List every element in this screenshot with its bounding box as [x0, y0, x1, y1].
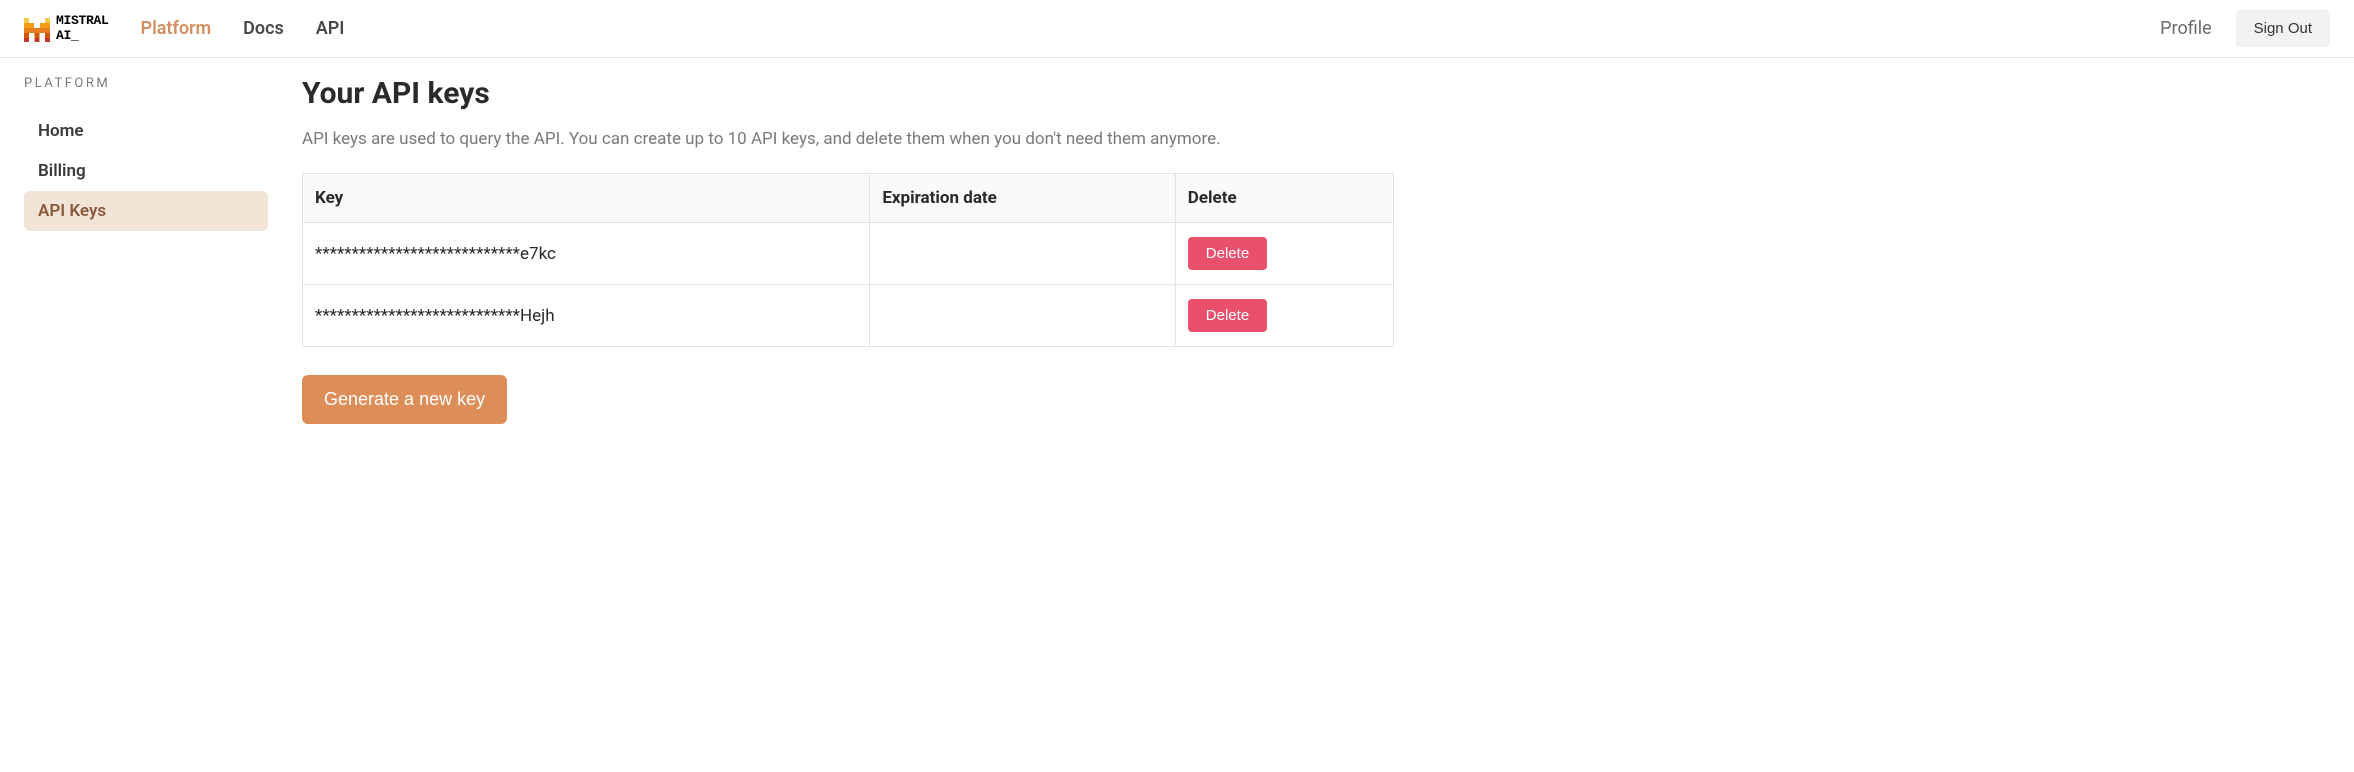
table-row: ****************************e7kc Delete [303, 223, 1394, 285]
key-cell: ****************************e7kc [303, 223, 870, 285]
column-delete: Delete [1175, 174, 1393, 223]
column-key: Key [303, 174, 870, 223]
sidebar-item-label: API Keys [38, 201, 106, 221]
sidebar-item-label: Billing [38, 161, 86, 181]
topbar-right: Profile Sign Out [2160, 10, 2330, 47]
delete-cell: Delete [1175, 223, 1393, 285]
delete-button[interactable]: Delete [1188, 299, 1267, 332]
delete-cell: Delete [1175, 285, 1393, 347]
sidebar-item-billing[interactable]: Billing [24, 151, 268, 191]
top-nav: Platform Docs API [141, 18, 345, 39]
layout: PLATFORM Home Billing API Keys Your API … [0, 58, 2354, 424]
profile-link[interactable]: Profile [2160, 18, 2211, 39]
topbar-left: MISTRAL AI_ Platform Docs API [24, 14, 344, 43]
page-title: Your API keys [302, 76, 1394, 111]
topbar: MISTRAL AI_ Platform Docs API Profile Si… [0, 0, 2354, 58]
expiration-cell [870, 285, 1175, 347]
page-description: API keys are used to query the API. You … [302, 129, 1394, 149]
sidebar: PLATFORM Home Billing API Keys [0, 76, 268, 424]
logo-icon [24, 16, 50, 42]
logo-text: MISTRAL AI_ [56, 14, 109, 43]
main-content: Your API keys API keys are used to query… [268, 76, 1418, 424]
table-header-row: Key Expiration date Delete [303, 174, 1394, 223]
sidebar-item-label: Home [38, 121, 84, 141]
sidebar-item-home[interactable]: Home [24, 111, 268, 151]
api-keys-table: Key Expiration date Delete *************… [302, 173, 1394, 347]
expiration-cell [870, 223, 1175, 285]
sidebar-items: Home Billing API Keys [24, 111, 268, 231]
sidebar-item-api-keys[interactable]: API Keys [24, 191, 268, 231]
signout-button[interactable]: Sign Out [2236, 10, 2330, 47]
generate-key-button[interactable]: Generate a new key [302, 375, 507, 424]
column-expiration: Expiration date [870, 174, 1175, 223]
key-cell: ****************************Hejh [303, 285, 870, 347]
table-row: ****************************Hejh Delete [303, 285, 1394, 347]
brand-line1: MISTRAL [56, 14, 109, 28]
nav-docs[interactable]: Docs [243, 18, 284, 39]
sidebar-title: PLATFORM [24, 76, 268, 91]
logo[interactable]: MISTRAL AI_ [24, 14, 109, 43]
delete-button[interactable]: Delete [1188, 237, 1267, 270]
nav-platform[interactable]: Platform [141, 18, 212, 39]
brand-line2: AI_ [56, 29, 109, 43]
nav-api[interactable]: API [316, 18, 345, 39]
